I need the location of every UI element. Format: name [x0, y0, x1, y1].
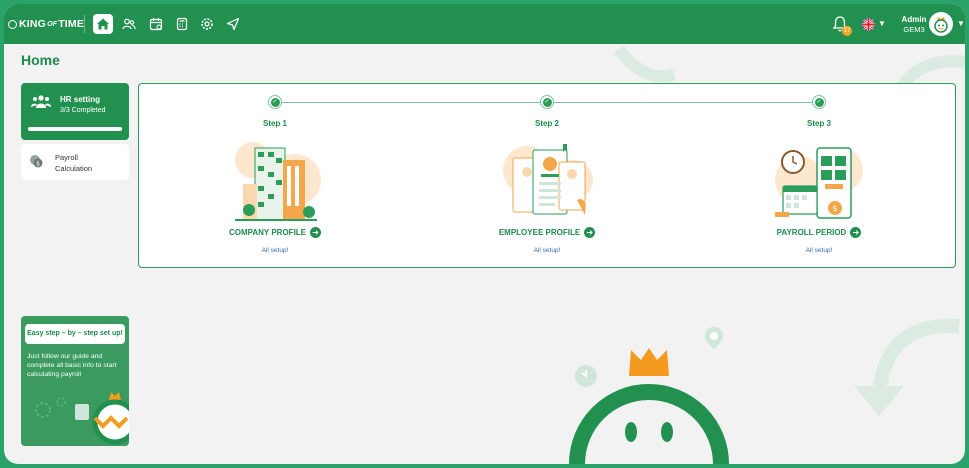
step-1-label: Step 1 [262, 119, 287, 128]
nav-calculator-button[interactable] [172, 14, 192, 34]
sidebar-item-hr-setting[interactable]: HR setting 3/3 Completed [21, 83, 129, 140]
nav-settings-button[interactable] [197, 14, 217, 34]
svg-text:$: $ [832, 204, 837, 213]
check-icon: ✓ [270, 97, 280, 107]
header-divider [84, 15, 85, 33]
step-2-status[interactable]: All setup! [507, 247, 587, 254]
check-icon: ✓ [542, 97, 552, 107]
svg-text:$: $ [36, 161, 40, 168]
user-menu-chevron-down-icon[interactable]: ▼ [957, 19, 965, 28]
logo-mark-icon [8, 19, 17, 29]
payroll-period-label: PAYROLL PERIOD [776, 228, 847, 237]
step-1-status[interactable]: All setup! [235, 247, 315, 254]
employee-profile-illustration [503, 144, 593, 215]
setup-steps-card: ✓ Step 1 COMPANY PROFILE ➜ All setup! ✓ … [138, 83, 956, 268]
employee-profile-label: EMPLOYEE PROFILE [498, 228, 581, 237]
mascot-illustration [569, 348, 729, 464]
language-chevron-down-icon[interactable]: ▼ [878, 19, 886, 28]
step-3-check: ✓ [812, 95, 826, 109]
app-window: KING OF TIME 17 ▼ Admin GEM3 ▼ Home HR s… [4, 4, 965, 464]
company-profile-label: COMPANY PROFILE [228, 228, 307, 237]
coins-icon: $ [30, 155, 43, 168]
language-flag-uk-icon[interactable] [862, 18, 875, 31]
step-2-check: ✓ [540, 95, 554, 109]
users-icon [122, 18, 136, 30]
logo-text-of: OF [47, 20, 58, 28]
company-building-illustration [235, 142, 321, 221]
nav-calendar-button[interactable] [146, 14, 166, 34]
promo-heading: Easy step – by – step set up! [25, 324, 125, 344]
user-name: Admin [901, 15, 927, 24]
step-3-label: Step 3 [806, 119, 831, 128]
background-arrow-bottom [854, 318, 960, 416]
hr-setting-progress-text: 3/3 Completed [60, 107, 106, 114]
nav-employees-button[interactable] [119, 14, 139, 34]
calculator-icon [176, 17, 188, 31]
logo-text-king: KING [19, 18, 47, 30]
arrow-right-icon: ➜ [584, 227, 596, 238]
nav-home-button[interactable] [93, 14, 113, 34]
calendar-icon [149, 18, 163, 31]
send-icon [226, 17, 240, 31]
sidebar-item-payroll-calculation[interactable]: $ Payroll Calculation [21, 144, 129, 180]
mascot-avatar-icon [934, 17, 948, 33]
payroll-calculation-label: Payroll Calculation [55, 153, 93, 173]
user-org: GEM3 [903, 25, 925, 34]
nav-send-button[interactable] [223, 14, 243, 34]
promo-body: Just follow our guide and complete all b… [27, 353, 117, 378]
step-2-employee-profile-link[interactable]: EMPLOYEE PROFILE ➜ [467, 227, 627, 238]
promo-mascot-illustration [35, 392, 129, 445]
user-info[interactable]: Admin GEM3 [897, 15, 931, 35]
top-navigation-bar: KING OF TIME 17 ▼ Admin GEM3 ▼ [4, 4, 965, 44]
step-1-check: ✓ [268, 95, 282, 109]
logo-text-time: TIME [58, 18, 85, 30]
home-icon [97, 18, 109, 30]
step-3-status[interactable]: All setup! [779, 247, 859, 254]
hr-setting-progress-bar [28, 127, 122, 131]
background-arrow-top [614, 45, 676, 83]
team-icon [31, 95, 51, 108]
step-2-label: Step 2 [534, 119, 559, 128]
step-1-company-profile-link[interactable]: COMPANY PROFILE ➜ [195, 227, 355, 238]
gear-icon [201, 18, 213, 30]
step-connector-1 [280, 102, 552, 103]
arrow-right-icon: ➜ [850, 227, 862, 238]
notification-count-badge: 17 [842, 26, 852, 36]
avatar[interactable] [929, 12, 953, 36]
king-of-time-logo[interactable]: KING OF TIME [8, 16, 84, 32]
step-3-payroll-period-link[interactable]: PAYROLL PERIOD ➜ [739, 227, 899, 238]
step-connector-2 [552, 102, 824, 103]
page-title: Home [21, 52, 60, 68]
payroll-period-illustration: $ [775, 147, 863, 219]
check-icon: ✓ [814, 97, 824, 107]
hr-setting-label: HR setting [60, 95, 100, 104]
setup-guide-promo[interactable]: Easy step – by – step set up! Just follo… [21, 316, 129, 446]
arrow-right-icon: ➜ [310, 227, 322, 238]
